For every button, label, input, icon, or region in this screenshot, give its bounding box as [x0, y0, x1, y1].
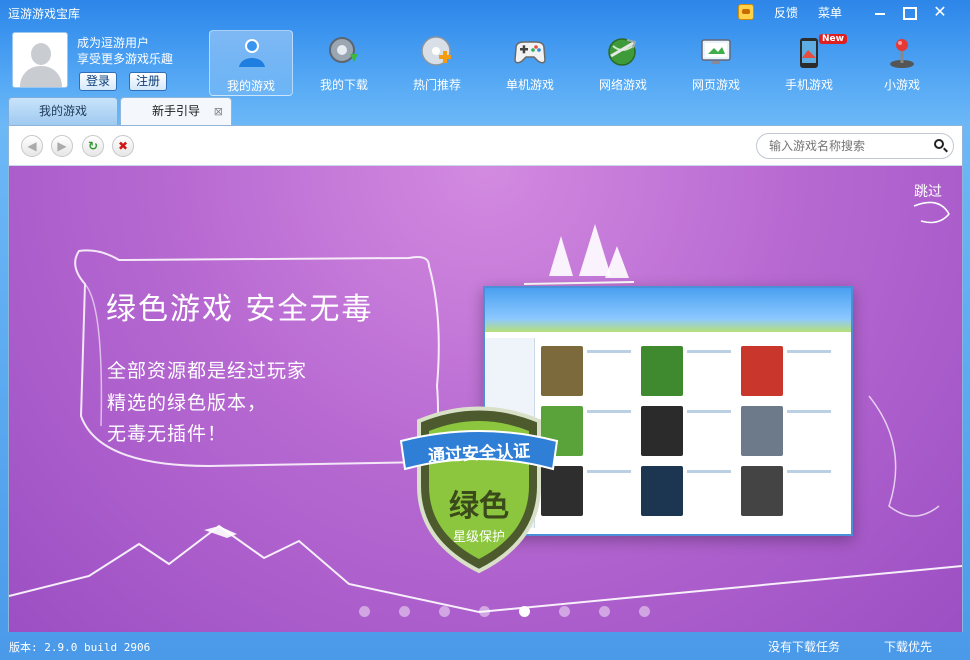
- game-thumb: [641, 406, 683, 456]
- hot-recommend-icon: [421, 36, 451, 66]
- game-text-line: [787, 410, 831, 413]
- skin-icon[interactable]: [738, 4, 754, 20]
- tab-beginner-guide[interactable]: 新手引导 ⊠: [120, 97, 232, 126]
- stop-icon[interactable]: ✖: [112, 135, 134, 157]
- user-name-prompt: 成为逗游用户: [77, 36, 150, 50]
- game-text-line: [687, 470, 731, 473]
- content-panel: ◀ ▶ ↻ ✖ 跳过 绿色游戏 安全无毒 全部资源都是: [8, 125, 963, 632]
- tab-my-games[interactable]: 我的游戏: [8, 97, 118, 126]
- back-arrow-icon[interactable]: ◀: [21, 135, 43, 157]
- user-tagline: 享受更多游戏乐趣: [77, 52, 174, 66]
- tab-label: 我的游戏: [38, 104, 87, 118]
- game-text-line: [587, 470, 631, 473]
- version-text: 版本: 2.9.0 build 2906: [9, 641, 151, 654]
- game-text-line: [687, 410, 731, 413]
- close-button[interactable]: ✕: [926, 2, 954, 22]
- shield-sub-text: 星级保护: [452, 530, 505, 545]
- my-games-icon: [239, 39, 265, 67]
- game-text-line: [787, 350, 831, 353]
- nav-my-games[interactable]: 我的游戏: [209, 30, 293, 96]
- register-button[interactable]: 注册: [129, 72, 168, 91]
- browser-toolbar: ◀ ▶ ↻ ✖: [9, 126, 962, 166]
- nav-label: 小游戏: [883, 78, 920, 92]
- download-priority-text[interactable]: 下载优先: [884, 638, 932, 655]
- status-bar: 版本: 2.9.0 build 2906 没有下载任务 下载优先: [0, 633, 970, 660]
- game-thumb: [541, 346, 583, 396]
- screenshot-game-grid: [541, 346, 841, 521]
- game-text-line: [587, 410, 631, 413]
- nav-mini-game[interactable]: 小游戏: [860, 30, 944, 96]
- game-thumb: [741, 346, 783, 396]
- skip-link[interactable]: 跳过: [914, 181, 942, 201]
- security-shield: 通过安全认证 绿色 星级保护: [399, 391, 559, 576]
- game-text-line: [687, 350, 731, 353]
- carousel-dot[interactable]: [399, 606, 410, 617]
- game-text-line: [587, 350, 631, 353]
- refresh-icon[interactable]: ↻: [82, 135, 104, 157]
- nav-label: 手机游戏: [784, 78, 833, 92]
- guide-banner: 跳过 绿色游戏 安全无毒 全部资源都是经过玩家 精选的绿色版本， 无毒无插件！: [9, 166, 962, 632]
- carousel-dot[interactable]: [559, 606, 570, 617]
- carousel-dot[interactable]: [639, 606, 650, 617]
- carousel-dot[interactable]: [359, 606, 370, 617]
- banner-headline: 绿色游戏 安全无毒: [106, 292, 374, 327]
- gamepad-icon: [514, 41, 546, 64]
- carousel-dot[interactable]: [439, 606, 450, 617]
- shield-main-text: 绿色: [449, 489, 509, 524]
- tab-close-icon[interactable]: ⊠: [214, 98, 223, 125]
- forward-arrow-icon[interactable]: ▶: [51, 135, 73, 157]
- nav-label: 我的下载: [319, 78, 368, 92]
- nav-hot-recommend[interactable]: 热门推荐: [395, 30, 479, 96]
- screenshot-header: [485, 288, 851, 332]
- carousel-dot[interactable]: [599, 606, 610, 617]
- banner-line-1: 全部资源都是经过玩家: [107, 360, 308, 382]
- web-game-icon: [701, 39, 731, 64]
- nav-label: 网页游戏: [691, 78, 740, 92]
- game-text-line: [787, 470, 831, 473]
- carousel-dots: [9, 606, 962, 618]
- search-input[interactable]: [756, 133, 954, 159]
- online-game-icon: [608, 38, 637, 66]
- search-icon[interactable]: [934, 139, 944, 149]
- nav-label: 单机游戏: [505, 78, 554, 92]
- app-title: 逗游游戏宝库: [8, 7, 81, 21]
- nav-label: 网络游戏: [598, 78, 647, 92]
- nav-mobile-game[interactable]: New 手机游戏: [767, 30, 851, 96]
- joystick-icon: [890, 39, 914, 68]
- nav-label: 我的游戏: [226, 79, 275, 93]
- app-window: 逗游游戏宝库 反馈 菜单 ✕ 成为逗游用户 享受更多游戏乐趣 登录 注册 我的游…: [0, 0, 970, 660]
- banner-line-3: 无毒无插件！: [107, 423, 228, 445]
- avatar-body: [20, 66, 62, 87]
- carousel-dot[interactable]: [479, 606, 490, 617]
- minimize-button[interactable]: [866, 2, 894, 22]
- login-button[interactable]: 登录: [79, 72, 118, 91]
- nav-web-game[interactable]: 网页游戏: [674, 30, 758, 96]
- nav-my-downloads[interactable]: 我的下载: [302, 30, 386, 96]
- avatar-head: [31, 43, 51, 65]
- menu-link[interactable]: 菜单: [818, 4, 842, 21]
- game-thumb: [641, 346, 683, 396]
- feedback-link[interactable]: 反馈: [774, 4, 798, 21]
- nav-single-player[interactable]: 单机游戏: [488, 30, 572, 96]
- game-thumb: [741, 466, 783, 516]
- avatar[interactable]: [12, 32, 68, 88]
- carousel-dot-active[interactable]: [519, 606, 530, 617]
- nav-label: 热门推荐: [412, 78, 461, 92]
- download-tasks-text[interactable]: 没有下载任务: [768, 638, 840, 655]
- tab-label: 新手引导: [151, 104, 200, 118]
- maximize-button[interactable]: [894, 2, 922, 22]
- game-thumb: [641, 466, 683, 516]
- title-bar[interactable]: 逗游游戏宝库 反馈 菜单 ✕: [0, 0, 970, 24]
- game-thumb: [741, 406, 783, 456]
- download-icon: [329, 37, 358, 63]
- banner-line-2: 精选的绿色版本，: [107, 392, 268, 414]
- nav-online-game[interactable]: 网络游戏: [581, 30, 665, 96]
- new-badge: New: [819, 34, 847, 44]
